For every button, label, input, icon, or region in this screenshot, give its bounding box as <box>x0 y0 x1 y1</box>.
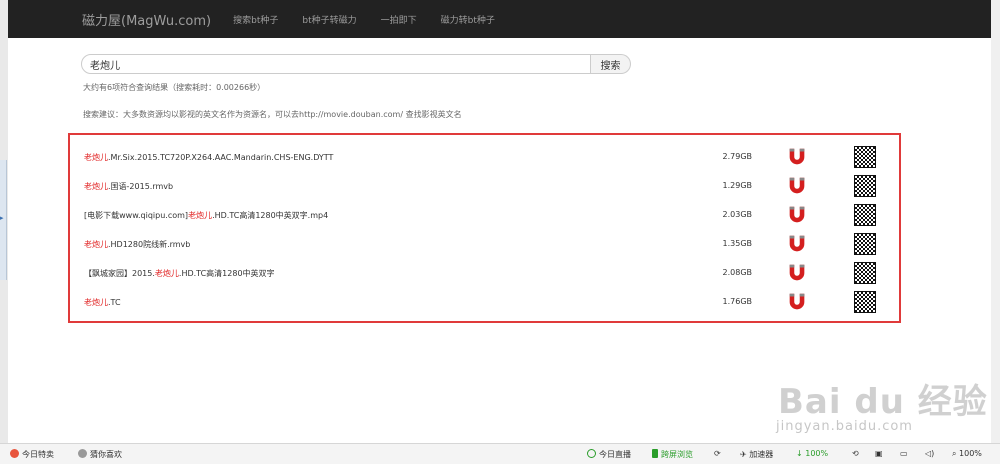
refresh-icon[interactable]: ⟳ <box>714 449 721 458</box>
search-button[interactable]: 搜索 <box>591 54 631 74</box>
nav-link-one-click[interactable]: 一拍即下 <box>381 13 417 26</box>
result-row: [电影下载www.qiqipu.com]老炮儿.HD.TC高清1280中英双字.… <box>70 202 899 228</box>
qr-code-icon[interactable] <box>854 291 876 313</box>
result-row: 老炮儿.国语-2015.rmvb 1.29GB <box>70 173 899 199</box>
result-size: 1.76GB <box>722 297 753 306</box>
result-title-link[interactable]: [电影下载www.qiqipu.com]老炮儿.HD.TC高清1280中英双字.… <box>84 210 328 221</box>
download-button[interactable]: ↓ 100% <box>796 449 828 458</box>
result-size: 2.08GB <box>722 268 753 277</box>
qr-code-icon[interactable] <box>854 262 876 284</box>
result-size: 2.03GB <box>722 210 753 219</box>
search-suggestion: 搜索建议：大多数资源均以影视的英文名作为资源名，可以去http://movie.… <box>83 110 462 119</box>
qr-code-icon[interactable] <box>854 233 876 255</box>
play-icon <box>587 449 596 458</box>
today-deals-button[interactable]: 今日特卖 <box>10 449 54 460</box>
shopping-icon <box>10 449 19 458</box>
magnet-icon[interactable] <box>786 204 808 226</box>
dot-icon <box>78 449 87 458</box>
result-row: 老炮儿.HD1280院线新.rmvb 1.35GB <box>70 231 899 257</box>
browser-status-bar: 今日特卖 猜你喜欢 今日直播 跨屏浏览 ⟳ ✈ 加速器 ↓ 100% ⟲ ▣ ▭… <box>0 443 1000 464</box>
magnifier-icon: ⌕ <box>952 449 960 458</box>
sidebar-toggle[interactable]: ▸ <box>0 160 7 280</box>
accelerator-button[interactable]: ✈ 加速器 <box>740 449 773 460</box>
magnet-icon[interactable] <box>786 291 808 313</box>
result-row: 老炮儿.Mr.Six.2015.TC720P.X264.AAC.Mandarin… <box>70 144 899 170</box>
nav-link-search-bt[interactable]: 搜索bt种子 <box>233 13 278 26</box>
result-title-link[interactable]: 老炮儿.Mr.Six.2015.TC720P.X264.AAC.Mandarin… <box>84 152 333 163</box>
result-title-link[interactable]: 老炮儿.HD1280院线新.rmvb <box>84 239 190 250</box>
phone-icon <box>652 449 658 458</box>
magnet-icon[interactable] <box>786 175 808 197</box>
screenshot-icon[interactable]: ▣ <box>875 449 883 458</box>
qr-code-icon[interactable] <box>854 146 876 168</box>
magnet-icon[interactable] <box>786 262 808 284</box>
zoom-control[interactable]: ⌕ 100% <box>952 449 982 459</box>
live-today-button[interactable]: 今日直播 <box>587 449 631 460</box>
magnet-icon[interactable] <box>786 233 808 255</box>
result-row: 【飘城家园】2015.老炮儿.HD.TC高清1280中英双字 2.08GB <box>70 260 899 286</box>
result-count: 大约有6项符合查询结果（搜索耗时：0.00266秒） <box>83 83 266 92</box>
top-nav: 磁力屋(MagWu.com) 搜索bt种子 bt种子转磁力 一拍即下 磁力转bt… <box>8 0 991 38</box>
result-title-link[interactable]: 【飘城家园】2015.老炮儿.HD.TC高清1280中英双字 <box>84 268 275 279</box>
brand-link[interactable]: 磁力屋(MagWu.com) <box>82 10 211 29</box>
result-row: 老炮儿.TC 1.76GB <box>70 289 899 315</box>
search-input[interactable] <box>81 54 591 74</box>
search-bar: 搜索 <box>81 54 631 74</box>
watermark-url: jingyan.baidu.com <box>776 419 913 434</box>
qr-code-icon[interactable] <box>854 175 876 197</box>
results-list: 老炮儿.Mr.Six.2015.TC720P.X264.AAC.Mandarin… <box>68 133 901 323</box>
baidu-jingyan-watermark: Bai du 经验 <box>778 382 988 422</box>
guess-you-like-button[interactable]: 猜你喜欢 <box>78 449 122 460</box>
page: 磁力屋(MagWu.com) 搜索bt种子 bt种子转磁力 一拍即下 磁力转bt… <box>8 0 991 443</box>
result-size: 1.35GB <box>722 239 753 248</box>
result-title-link[interactable]: 老炮儿.国语-2015.rmvb <box>84 181 173 192</box>
result-size: 2.79GB <box>722 152 753 161</box>
history-icon[interactable]: ⟲ <box>852 449 859 458</box>
nav-link-magnet-to-bt[interactable]: 磁力转bt种子 <box>441 13 495 26</box>
result-title-link[interactable]: 老炮儿.TC <box>84 297 121 308</box>
nav-link-bt-to-magnet[interactable]: bt种子转磁力 <box>302 13 356 26</box>
window-icon[interactable]: ▭ <box>900 449 908 458</box>
result-size: 1.29GB <box>722 181 753 190</box>
rocket-icon: ✈ <box>740 450 750 459</box>
scrollbar[interactable] <box>991 0 1000 443</box>
volume-icon[interactable]: ◁) <box>925 449 934 458</box>
cross-screen-button[interactable]: 跨屏浏览 <box>652 449 693 460</box>
magnet-icon[interactable] <box>786 146 808 168</box>
chevron-right-icon: ▸ <box>0 214 4 222</box>
qr-code-icon[interactable] <box>854 204 876 226</box>
download-arrow-icon: ↓ <box>796 449 806 458</box>
